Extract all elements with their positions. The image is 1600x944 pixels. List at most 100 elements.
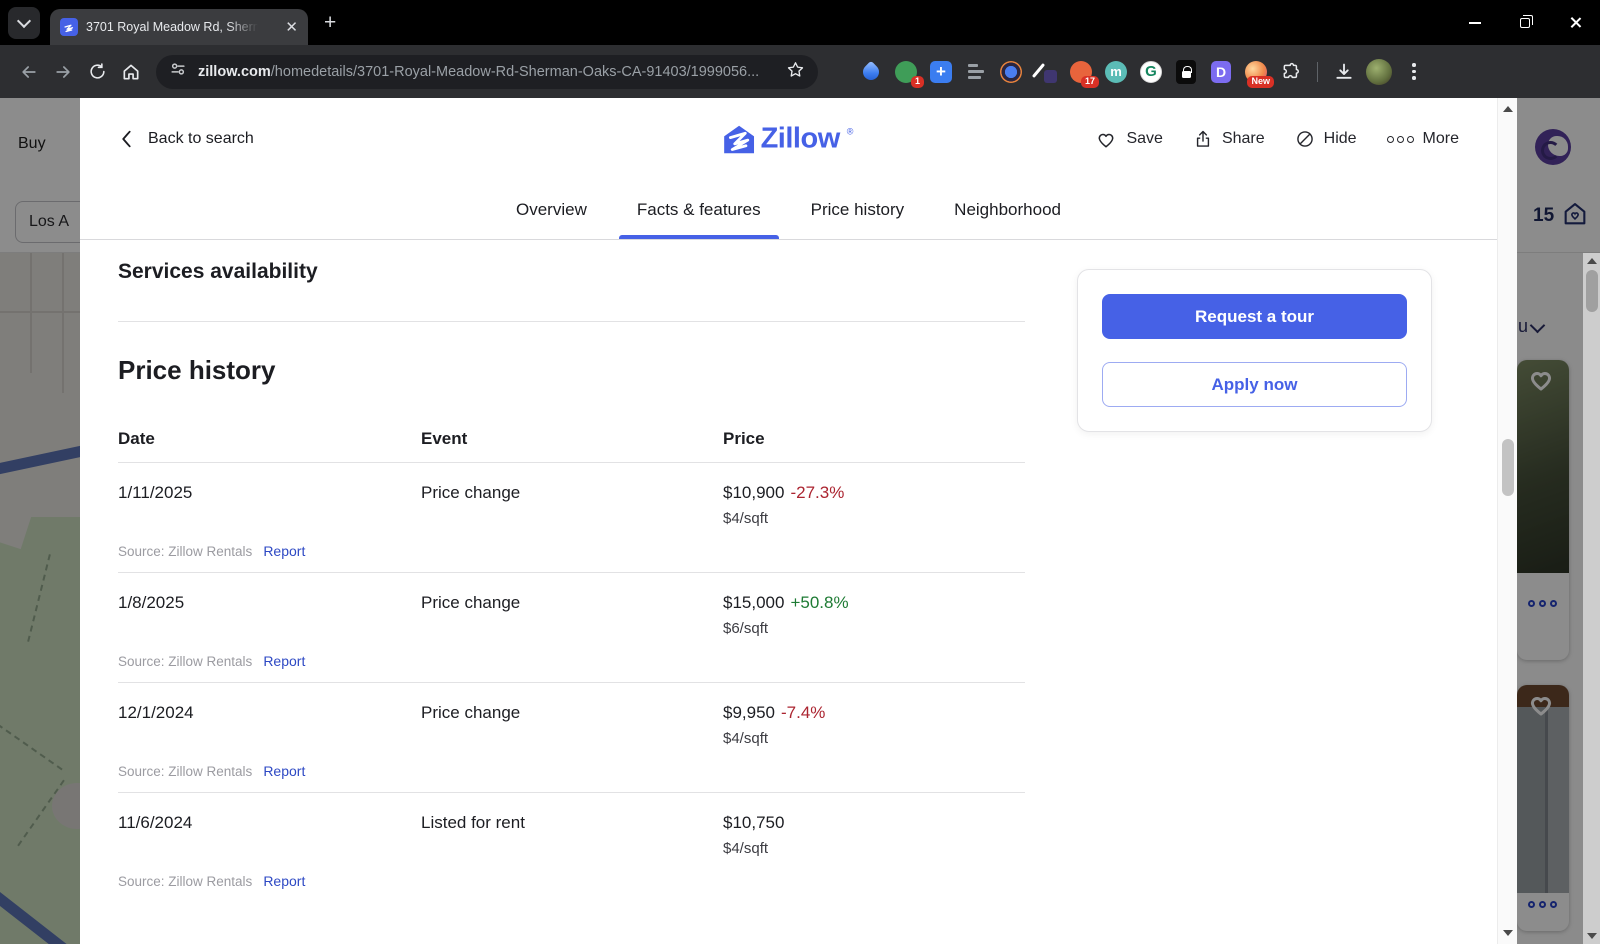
heart-icon[interactable]: [1526, 690, 1556, 723]
location-search-input[interactable]: Los A: [15, 201, 80, 243]
pen-icon: [1035, 61, 1057, 83]
m-extension[interactable]: m: [1103, 59, 1129, 85]
scrollbar-thumb[interactable]: [1502, 439, 1514, 496]
heart-icon: [1095, 129, 1117, 149]
back-button[interactable]: [12, 55, 46, 89]
results-scrollbar[interactable]: [1583, 253, 1600, 944]
background-filter-bar: Los A: [0, 183, 80, 253]
sort-dropdown-fragment[interactable]: u: [1518, 316, 1528, 337]
bookmark-star-icon[interactable]: [786, 60, 806, 84]
tab-neighborhood[interactable]: Neighborhood: [952, 180, 1063, 239]
listing-card[interactable]: [1517, 360, 1569, 660]
browser-tab[interactable]: 3701 Royal Meadow Rd, Sherma ✕: [50, 9, 308, 45]
chrome-menu-button[interactable]: [1401, 59, 1427, 85]
m-icon: m: [1105, 61, 1127, 83]
more-label: More: [1423, 130, 1459, 148]
scroll-up-icon[interactable]: [1587, 258, 1597, 264]
extension-badge: 1: [911, 76, 924, 88]
tab-price-history[interactable]: Price history: [809, 180, 907, 239]
row-event: Price change: [421, 703, 723, 723]
orange-extension[interactable]: 17: [1068, 59, 1094, 85]
maximize-button[interactable]: [1500, 0, 1550, 45]
background-site-header: Buy: [0, 98, 80, 183]
downloads-button[interactable]: [1331, 59, 1357, 85]
zillow-favicon-icon: [60, 18, 78, 36]
nav-buy[interactable]: Buy: [18, 135, 46, 153]
map-trail: [17, 780, 65, 847]
share-button[interactable]: Share: [1193, 129, 1265, 149]
source-label: Source: Zillow Rentals: [118, 654, 252, 669]
plus-extension[interactable]: +: [928, 59, 954, 85]
address-bar[interactable]: zillow.com/homedetails/3701-Royal-Meadow…: [156, 55, 818, 89]
site-profile-avatar[interactable]: [1535, 129, 1571, 165]
more-options-icon[interactable]: [1528, 600, 1557, 607]
price-history-table: Date Event Price 1/11/2025 Price change …: [118, 429, 1025, 902]
row-source: Source: Zillow RentalsReport: [118, 873, 1025, 889]
saved-homes-icon: [1561, 200, 1589, 233]
chevron-down-icon: [17, 13, 31, 27]
tab-facts-features[interactable]: Facts & features: [635, 180, 763, 239]
zillow-wordmark: Zillow: [761, 123, 840, 156]
scroll-down-icon[interactable]: [1587, 933, 1597, 939]
price-value: $9,950: [723, 703, 775, 722]
d-extension[interactable]: D: [1208, 59, 1234, 85]
close-icon: [1569, 16, 1582, 29]
pen-extension[interactable]: [1033, 59, 1059, 85]
more-options-icon[interactable]: [1528, 901, 1557, 908]
list-icon: [968, 64, 984, 79]
close-button[interactable]: [1550, 0, 1600, 45]
tab-close-icon[interactable]: ✕: [285, 20, 298, 35]
row-price: $15,000+50.8%: [723, 593, 1025, 613]
registered-mark: ®: [847, 127, 854, 137]
lock-icon: [1176, 60, 1196, 84]
hide-button[interactable]: Hide: [1295, 129, 1357, 149]
report-link[interactable]: Report: [263, 653, 305, 669]
extensions-bar: 1 + 17 m G D New: [858, 59, 1427, 85]
request-tour-button[interactable]: Request a tour: [1102, 294, 1407, 339]
save-button[interactable]: Save: [1095, 129, 1162, 149]
new-tab-button[interactable]: +: [324, 11, 336, 35]
profile-avatar[interactable]: [1366, 59, 1392, 85]
site-settings-icon[interactable]: [168, 59, 190, 84]
lock-extension[interactable]: [1173, 59, 1199, 85]
map-road: [0, 311, 80, 313]
toolbar-divider: [1317, 62, 1318, 82]
grammarly-icon: G: [1140, 61, 1162, 83]
extensions-menu-button[interactable]: [1278, 59, 1304, 85]
background-map[interactable]: [0, 253, 80, 944]
modal-header: Back to search Zillow ® Save Share: [80, 98, 1497, 180]
list-extension[interactable]: [963, 59, 989, 85]
saved-homes-count[interactable]: 15: [1533, 205, 1554, 227]
map-pin-extension[interactable]: [858, 59, 884, 85]
apply-now-button[interactable]: Apply now: [1102, 362, 1407, 407]
listing-photo: [1517, 360, 1569, 573]
scrollbar-thumb[interactable]: [1586, 270, 1598, 312]
scroll-down-icon[interactable]: [1503, 930, 1513, 936]
report-link[interactable]: Report: [263, 873, 305, 889]
report-link[interactable]: Report: [263, 763, 305, 779]
forward-button[interactable]: [46, 55, 80, 89]
green-extension[interactable]: 1: [893, 59, 919, 85]
grammarly-extension[interactable]: G: [1138, 59, 1164, 85]
zillow-logo[interactable]: Zillow ®: [724, 123, 854, 156]
modal-content: Services availability Price history Date…: [80, 240, 1497, 902]
reload-button[interactable]: [80, 55, 114, 89]
new-extension[interactable]: New: [1243, 59, 1269, 85]
zillow-logo-icon: [724, 125, 754, 153]
home-button[interactable]: [114, 55, 148, 89]
back-to-search-button[interactable]: Back to search: [118, 128, 254, 150]
source-label: Source: Zillow Rentals: [118, 544, 252, 559]
more-button[interactable]: More: [1387, 130, 1459, 148]
modal-scrollbar[interactable]: [1497, 98, 1517, 944]
listing-card[interactable]: [1517, 685, 1569, 931]
minimize-button[interactable]: [1450, 0, 1500, 45]
scroll-up-icon[interactable]: [1503, 106, 1513, 112]
modal-actions: Save Share Hide More: [1095, 129, 1459, 149]
report-link[interactable]: Report: [263, 543, 305, 559]
tab-overview[interactable]: Overview: [514, 180, 589, 239]
tab-search-button[interactable]: [8, 7, 40, 39]
heart-icon[interactable]: [1526, 365, 1556, 398]
orbit-extension[interactable]: [998, 59, 1024, 85]
row-event: Price change: [421, 593, 723, 613]
row-price: $10,900-27.3%: [723, 483, 1025, 503]
